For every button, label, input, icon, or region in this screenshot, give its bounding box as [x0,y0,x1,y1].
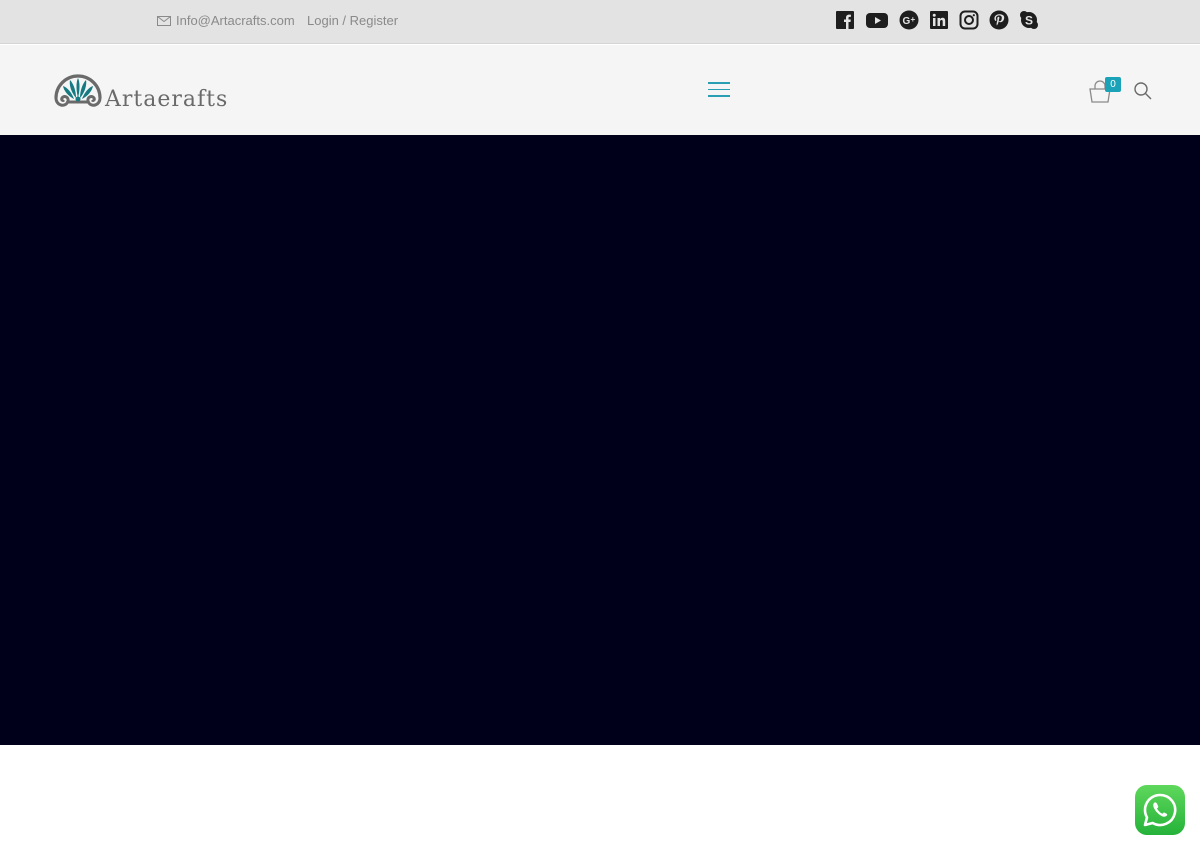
email-text: Info@Artacrafts.com [176,13,295,28]
svg-text:+: + [911,15,916,24]
youtube-icon [866,13,888,28]
site-header: Artaerafts 0 [0,45,1200,135]
site-logo[interactable]: Artaerafts [52,68,228,112]
pinterest-icon [989,10,1009,30]
svg-text:G: G [903,16,911,27]
facebook-link[interactable] [835,10,855,30]
pinterest-link[interactable] [989,10,1009,30]
search-icon [1134,82,1152,100]
hamburger-menu-icon [708,82,730,84]
cart-button[interactable]: 0 [1088,77,1122,103]
whatsapp-chat-button[interactable] [1135,785,1185,835]
hamburger-menu-button[interactable] [708,82,730,98]
whatsapp-icon [1143,793,1177,827]
hamburger-line [708,95,730,97]
svg-text:S: S [1025,14,1033,28]
social-links: G + S [835,10,1049,30]
top-bar: Info@Artacrafts.com Login / Register G + [0,0,1200,44]
logo-text: Artaerafts [105,87,229,112]
google-plus-icon: G + [899,10,919,30]
google-plus-link[interactable]: G + [899,10,919,30]
instagram-icon [959,10,979,30]
linkedin-icon [930,11,948,29]
skype-link[interactable]: S [1019,10,1039,30]
cart-count-badge: 0 [1105,77,1121,92]
youtube-link[interactable] [865,10,889,30]
envelope-icon [157,15,171,26]
login-register-link[interactable]: Login / Register [307,13,398,28]
hamburger-line [708,88,730,90]
instagram-link[interactable] [959,10,979,30]
email-link[interactable]: Info@Artacrafts.com [157,13,295,28]
linkedin-link[interactable] [929,10,949,30]
hero-banner [0,135,1200,745]
skype-icon: S [1020,11,1038,29]
facebook-icon [836,11,854,29]
logo-emblem-icon [54,74,102,107]
search-button[interactable] [1133,81,1153,101]
